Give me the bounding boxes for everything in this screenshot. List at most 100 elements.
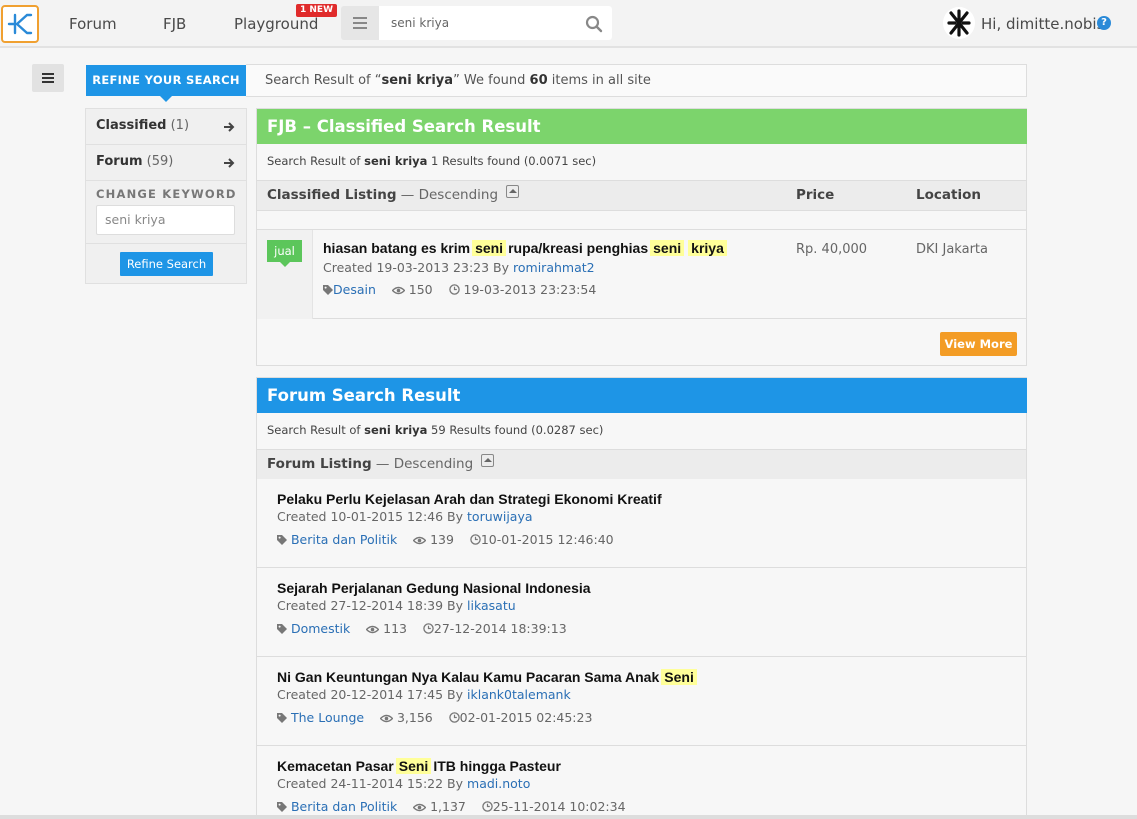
title-highlight: Seni <box>395 758 432 774</box>
sidebar-item-count: (1) <box>170 118 190 133</box>
listing-order: — Descending <box>396 187 499 203</box>
thread-title[interactable]: Ni Gan Keuntungan Nya Kalau Kamu Pacaran… <box>277 669 699 685</box>
keyword-input[interactable]: seni kriya <box>96 205 235 235</box>
thread-meta: Berita dan Politik 139 10-01-2015 12:46:… <box>277 532 614 547</box>
column-location: Location <box>916 187 981 203</box>
thread-title[interactable]: Kemacetan Pasar Seni ITB hingga Pasteur <box>277 758 561 774</box>
view-count: 150 <box>408 282 433 297</box>
listing-title: Classified Listing <box>267 187 397 203</box>
summary-suffix: items in all site <box>547 73 651 88</box>
item-location: DKI Jakarta <box>916 242 988 257</box>
sub-prefix: Search Result of <box>267 154 365 168</box>
summary-keyword: seni kriya <box>381 73 454 88</box>
title-text: Kemacetan Pasar <box>277 758 394 774</box>
nav-forum[interactable]: Forum <box>69 15 117 33</box>
help-icon[interactable]: ? <box>1097 16 1111 30</box>
search-summary: Search Result of “seni kriya” We found 6… <box>246 64 1027 97</box>
kaskus-logo[interactable] <box>1 5 39 43</box>
title-text: ITB hingga Pasteur <box>433 758 561 774</box>
item-meta: Desain 150 19-03-2013 23:23:54 <box>323 282 596 297</box>
thread-title[interactable]: Pelaku Perlu Kejelasan Arah dan Strategi… <box>277 491 662 507</box>
title-text: rupa/kreasi penghias <box>508 240 649 256</box>
category-link[interactable]: Berita dan Politik <box>291 799 397 814</box>
author-link[interactable]: romirahmat2 <box>513 260 595 275</box>
divider <box>86 243 246 244</box>
author-link[interactable]: iklank0talemank <box>467 687 571 702</box>
clock-icon <box>423 623 434 634</box>
avatar-icon <box>943 7 975 39</box>
view-count: 1,137 <box>430 799 466 814</box>
sub-suffix: 59 Results found (0.0287 sec) <box>427 423 604 437</box>
sidebar-item-label: Classified <box>96 118 167 133</box>
classified-item: jual hiasan batang es krim seni rupa/kreas… <box>257 229 1026 319</box>
hamburger-menu-icon[interactable] <box>32 64 64 92</box>
tag-icon <box>277 535 287 545</box>
logo-icon <box>7 13 33 35</box>
view-count: 139 <box>430 532 454 547</box>
page-bottom-edge <box>0 815 1137 819</box>
change-keyword-label: CHANGE KEYWORD <box>96 187 237 201</box>
category-link[interactable]: Desain <box>333 282 376 297</box>
listing-title: Forum Listing <box>267 456 372 472</box>
eye-icon <box>412 803 427 812</box>
timestamp: 27-12-2014 18:39:13 <box>433 621 567 636</box>
forum-listing-header: Forum Listing — Descending <box>257 449 1026 480</box>
search-input[interactable]: seni kriya <box>379 6 612 40</box>
avatar[interactable] <box>943 7 975 39</box>
forum-row: Pelaku Perlu Kejelasan Arah dan Strategi… <box>257 479 1026 568</box>
title-highlight: seni <box>472 240 507 256</box>
category-link[interactable]: Berita dan Politik <box>291 532 397 547</box>
sort-toggle-icon[interactable] <box>506 185 520 198</box>
summary-mid: ” We found <box>453 73 530 88</box>
created-info: Created 19-03-2013 23:23 By romirahmat2 <box>323 260 595 275</box>
top-navbar: Forum FJB Playground 1 NEW seni kriya Hi… <box>0 0 1137 48</box>
summary-prefix: Search Result of “ <box>265 73 382 88</box>
title-highlight: Seni <box>661 669 697 685</box>
search-menu-icon[interactable] <box>341 6 379 40</box>
sidebar-item-classified[interactable]: Classified (1) <box>86 109 246 145</box>
item-price: Rp. 40,000 <box>796 242 868 257</box>
tag-icon <box>277 713 287 723</box>
sort-toggle-icon[interactable] <box>481 454 495 467</box>
author-link[interactable]: madi.noto <box>467 776 530 791</box>
sidebar-item-label: Forum <box>96 154 143 169</box>
nav-fjb[interactable]: FJB <box>163 15 186 33</box>
view-more-button[interactable]: View More <box>940 332 1017 356</box>
badge-column: jual <box>257 230 313 319</box>
created-text: Created 20-12-2014 17:45 By <box>277 687 468 702</box>
tag-icon <box>323 285 333 295</box>
created-text: Created 19-03-2013 23:23 By <box>323 260 514 275</box>
refine-sidebar: Classified (1) Forum (59) CHANGE KEYWORD… <box>85 108 247 284</box>
refine-search-tab[interactable]: REFINE YOUR SEARCH <box>86 65 246 102</box>
refine-search-button[interactable]: Refine Search <box>120 252 213 276</box>
user-greeting[interactable]: Hi, dimitte.nobis <box>981 15 1104 33</box>
search-bar: seni kriya <box>341 6 612 40</box>
timestamp: 25-11-2014 10:02:34 <box>492 799 626 814</box>
forum-row: Sejarah Perjalanan Gedung Nasional Indon… <box>257 568 1026 657</box>
title-text: Ni Gan Keuntungan Nya Kalau Kamu Pacaran… <box>277 669 660 685</box>
eye-icon <box>412 536 427 545</box>
eye-icon <box>391 286 406 295</box>
tag-icon <box>277 624 287 634</box>
search-icon[interactable] <box>585 15 603 33</box>
title-highlight: seni <box>650 240 685 256</box>
thread-title[interactable]: Sejarah Perjalanan Gedung Nasional Indon… <box>277 580 591 596</box>
sub-keyword: seni kriya <box>364 423 428 437</box>
nav-playground[interactable]: Playground <box>234 15 318 33</box>
sidebar-item-forum[interactable]: Forum (59) <box>86 145 246 181</box>
thread-meta: The Lounge 3,156 02-01-2015 02:45:23 <box>277 710 592 725</box>
sub-prefix: Search Result of <box>267 423 365 437</box>
sub-suffix: 1 Results found (0.0071 sec) <box>427 154 597 168</box>
author-link[interactable]: toruwijaya <box>467 509 533 524</box>
eye-icon <box>365 625 380 634</box>
summary-total: 60 <box>529 73 548 88</box>
classified-listing-header: Classified Listing — Descending Price Lo… <box>257 180 1026 211</box>
author-link[interactable]: likasatu <box>467 598 516 613</box>
category-link[interactable]: The Lounge <box>291 710 364 725</box>
classified-item-title[interactable]: hiasan batang es krim seni rupa/kreasi pen… <box>323 240 729 256</box>
created-info: Created 20-12-2014 17:45 By iklank0talem… <box>277 687 571 702</box>
category-link[interactable]: Domestik <box>291 621 350 636</box>
classified-summary: Search Result of seni kriya 1 Results fo… <box>267 154 596 168</box>
created-text: Created 24-11-2014 15:22 By <box>277 776 468 791</box>
created-info: Created 27-12-2014 18:39 By likasatu <box>277 598 516 613</box>
